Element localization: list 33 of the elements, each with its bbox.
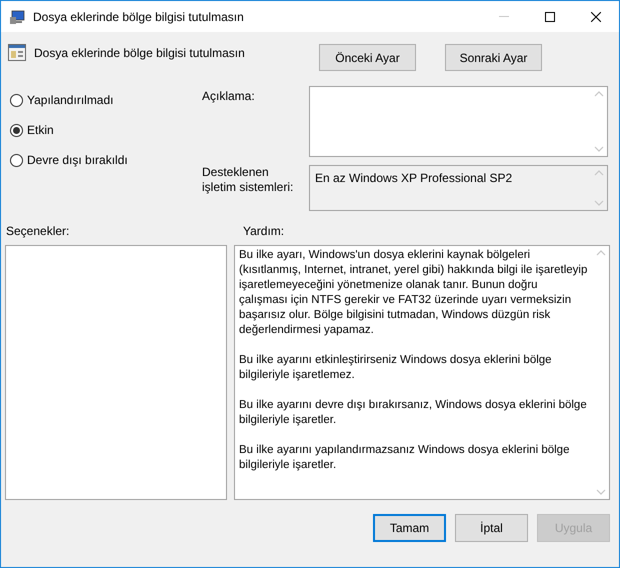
maximize-icon[interactable] [545, 12, 555, 22]
comment-field[interactable] [309, 86, 608, 157]
policy-icon [8, 44, 26, 61]
radio-label: Etkin [27, 122, 54, 139]
scroll-up-icon[interactable] [594, 170, 604, 176]
radio-button[interactable] [10, 94, 23, 106]
radio-label: Yapılandırılmadı [27, 92, 114, 109]
nav-button[interactable]: Sonraki Ayar [445, 44, 542, 71]
supported-value: En az Windows XP Professional SP2 [314, 170, 514, 187]
radio-label: Devre dışı bırakıldı [27, 152, 128, 169]
comment-label: Açıklama: [201, 88, 256, 105]
radio-button[interactable] [10, 124, 23, 136]
help-label: Yardım: [243, 222, 284, 240]
help-paragraph: Bu ilke ayarını yapılandırmazsanız Windows dosya eklerini bölge bilgileriyle işaretler. [239, 443, 570, 473]
policy-title: Dosya eklerinde bölge bilgisi tutulmasın [34, 45, 245, 62]
help-paragraph: Bu ilke ayarı, Windows'un dosya eklerini kaynak bölgeleri (kısıtlanmış, Internet, intranet, yerel gibi) hakkında bilgi ile işaretleyip işaretlemeyeceğini yönetmenize olanak tanır. Bunun doğru çalışması için NTFS gerekir ve FAT32 üzerinde uyarı vermeksizin başarısız olur. Bölge bilgisini tutmadan, Windows düzgün risk değerlendirmesi yapamaz. [239, 248, 588, 338]
supported-label: Desteklenen işletim sistemleri: [201, 165, 294, 196]
computer-icon [9, 8, 25, 24]
scroll-up-icon[interactable] [596, 250, 606, 256]
close-icon[interactable] [591, 12, 601, 22]
radio-button[interactable] [10, 154, 23, 166]
dialog-button[interactable]: Tamam [373, 514, 446, 542]
window-title: Dosya eklerinde bölge bilgisi tutulmasın [33, 8, 244, 26]
minimize-icon[interactable] [499, 16, 509, 17]
help-paragraph: Bu ilke ayarını etkinleştirirseniz Windows dosya eklerini bölge bilgileriyle işaretlemez. [239, 353, 553, 383]
scroll-down-icon[interactable] [594, 200, 604, 206]
help-paragraph: Bu ilke ayarını devre dışı bırakırsanız, Windows dosya eklerini bölge bilgileriyle işaretler. [239, 398, 588, 428]
scroll-down-icon[interactable] [596, 489, 606, 495]
dialog-button[interactable]: İptal [455, 514, 528, 542]
scroll-up-icon[interactable] [594, 91, 604, 97]
options-label: Seçenekler: [5, 222, 70, 240]
nav-button[interactable]: Önceki Ayar [319, 44, 416, 71]
scroll-down-icon[interactable] [594, 146, 604, 152]
